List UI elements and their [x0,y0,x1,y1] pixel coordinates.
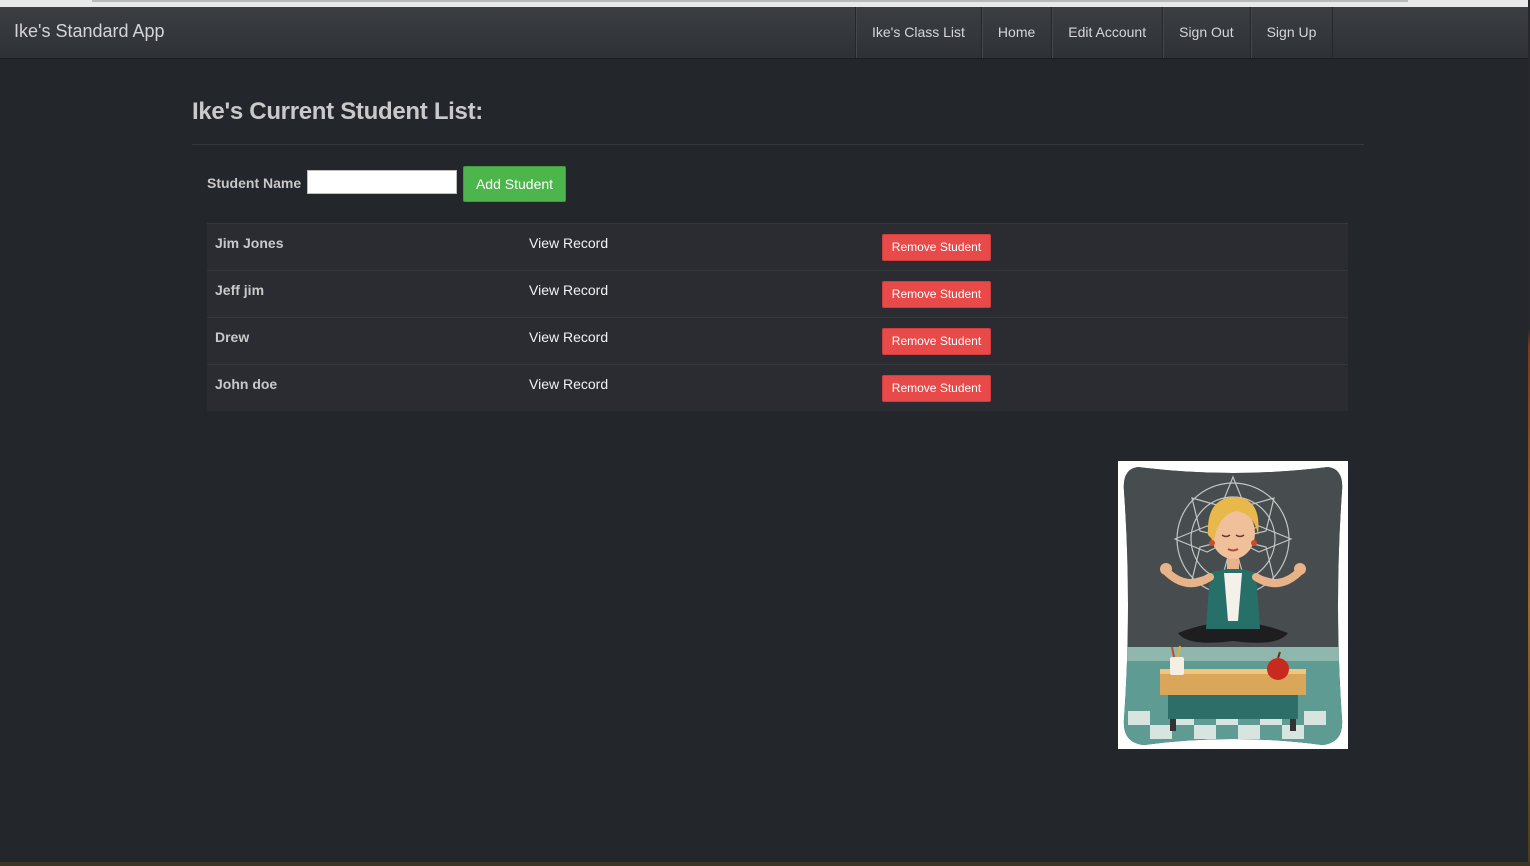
view-record-link[interactable]: View Record [529,235,608,251]
nav-edit-account[interactable]: Edit Account [1052,7,1164,58]
student-name: Jim Jones [215,235,284,251]
student-name: Drew [215,329,250,345]
student-name: John doe [215,376,278,392]
remove-student-button[interactable]: Remove Student [882,234,991,261]
browser-top-strip [0,0,1530,7]
meditating-teacher-icon [1123,467,1343,745]
remove-student-button[interactable]: Remove Student [882,281,991,308]
nav-class-list[interactable]: Ike's Class List [856,7,982,58]
meditating-teacher-illustration [1118,461,1348,749]
nav-menu: Ike's Class List Home Edit Account Sign … [855,7,1334,58]
remove-student-button[interactable]: Remove Student [882,375,991,402]
brand-link[interactable]: Ike's Standard App [14,21,165,42]
table-row: John doe View Record Remove Student [207,364,1348,411]
view-record-link[interactable]: View Record [529,329,608,345]
student-name: Jeff jim [215,282,265,298]
student-name-label: Student Name [207,175,302,191]
nav-sign-up[interactable]: Sign Up [1251,7,1334,58]
student-table: Jim Jones View Record Remove Student Jef… [207,223,1348,411]
view-record-link[interactable]: View Record [529,376,608,392]
student-name-input[interactable] [307,170,457,194]
nav-sign-out[interactable]: Sign Out [1163,7,1251,58]
add-student-button[interactable]: Add Student [463,166,566,202]
title-divider [192,144,1364,145]
browser-scrollbar [92,0,1408,2]
table-row: Drew View Record Remove Student [207,317,1348,364]
nav-home[interactable]: Home [982,7,1053,58]
view-record-link[interactable]: View Record [529,282,608,298]
navbar: Ike's Standard App Ike's Class List Home… [0,7,1528,59]
table-row: Jeff jim View Record Remove Student [207,270,1348,317]
page-title: Ike's Current Student List: [192,98,483,125]
remove-student-button[interactable]: Remove Student [882,328,991,355]
window-bottom-edge [0,862,1530,866]
table-row: Jim Jones View Record Remove Student [207,223,1348,270]
